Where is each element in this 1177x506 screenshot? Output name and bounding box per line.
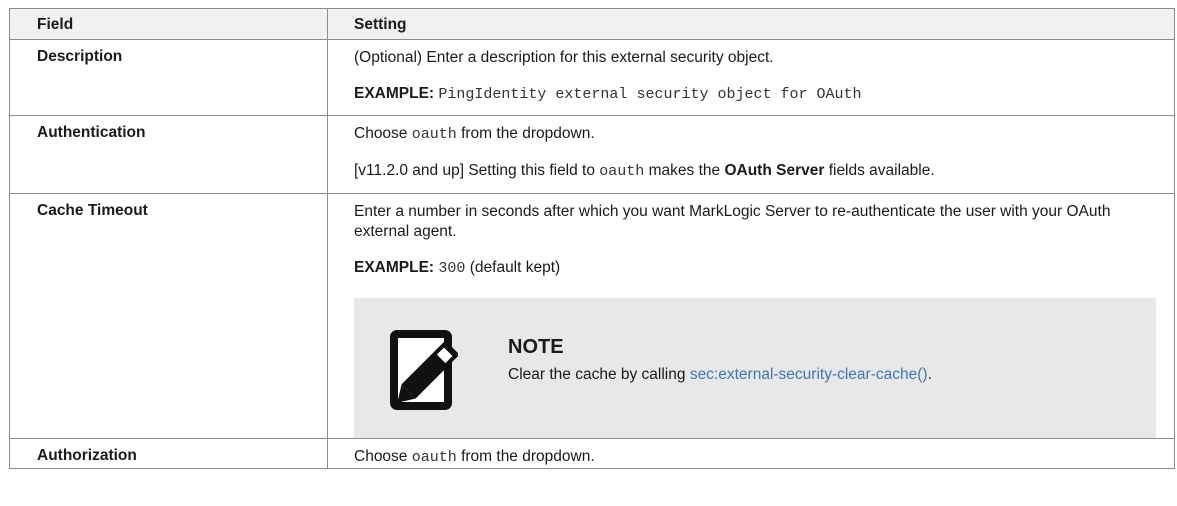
example-label: EXAMPLE: [354, 85, 435, 102]
setting-cell: Choose oauth from the dropdown. [327, 438, 1175, 469]
inline-code: oauth [599, 163, 645, 180]
field-name: Description [9, 39, 328, 116]
setting-text: Enter a number in seconds after which yo… [354, 203, 1111, 240]
note-pencil-icon [390, 330, 458, 410]
table-row: Authentication Choose oauth from the dro… [9, 115, 1175, 194]
inline-code: oauth [411, 449, 457, 466]
example-line: EXAMPLE: 300 (default kept) [354, 258, 1154, 279]
setting-cell: Enter a number in seconds after which yo… [327, 193, 1175, 439]
setting-text: Choose oauth from the dropdown. [354, 124, 1154, 145]
setting-text: Choose oauth from the dropdown. [354, 447, 1154, 468]
table-row: Cache Timeout Enter a number in seconds … [9, 193, 1175, 439]
setting-text: (Optional) Enter a description for this … [354, 49, 774, 66]
text-fragment: Choose [354, 125, 408, 142]
note-box: NOTE Clear the cache by calling sec:exte… [354, 298, 1156, 438]
field-name: Authorization [9, 438, 328, 469]
column-header-field: Field [9, 8, 328, 40]
text-fragment: makes the [648, 162, 721, 179]
text-fragment: . [927, 366, 932, 383]
text-fragment: Choose [354, 448, 408, 465]
column-header-setting: Setting [327, 8, 1175, 40]
example-label: EXAMPLE: [354, 259, 435, 276]
bold-term: OAuth Server [724, 162, 825, 179]
note-text: Clear the cache by calling sec:external-… [508, 366, 932, 384]
setting-cell: (Optional) Enter a description for this … [327, 39, 1175, 116]
text-fragment: from the dropdown. [461, 125, 595, 142]
text-fragment: from the dropdown. [461, 448, 595, 465]
example-suffix: (default kept) [469, 259, 561, 276]
table-row: Description (Optional) Enter a descripti… [9, 39, 1175, 116]
version-note: [v11.2.0 and up] Setting this field to o… [354, 161, 1154, 182]
settings-table: Field Setting Description (Optional) Ent… [9, 8, 1175, 469]
text-fragment: fields available. [828, 162, 935, 179]
table-header-row: Field Setting [9, 8, 1175, 40]
example-line: EXAMPLE: PingIdentity external security … [354, 84, 1154, 105]
example-code: 300 [438, 260, 466, 277]
setting-cell: Choose oauth from the dropdown. [v11.2.0… [327, 115, 1175, 194]
inline-code: oauth [411, 126, 457, 143]
field-name: Cache Timeout [9, 193, 328, 439]
text-fragment: [v11.2.0 and up] Setting this field to [354, 162, 595, 179]
note-title: NOTE [508, 336, 564, 358]
function-link[interactable]: sec:external-security-clear-cache() [690, 366, 928, 383]
field-name: Authentication [9, 115, 328, 194]
text-fragment: Clear the cache by calling [508, 366, 686, 383]
example-code: PingIdentity external security object fo… [438, 86, 862, 103]
table-row: Authorization Choose oauth from the drop… [9, 438, 1175, 469]
